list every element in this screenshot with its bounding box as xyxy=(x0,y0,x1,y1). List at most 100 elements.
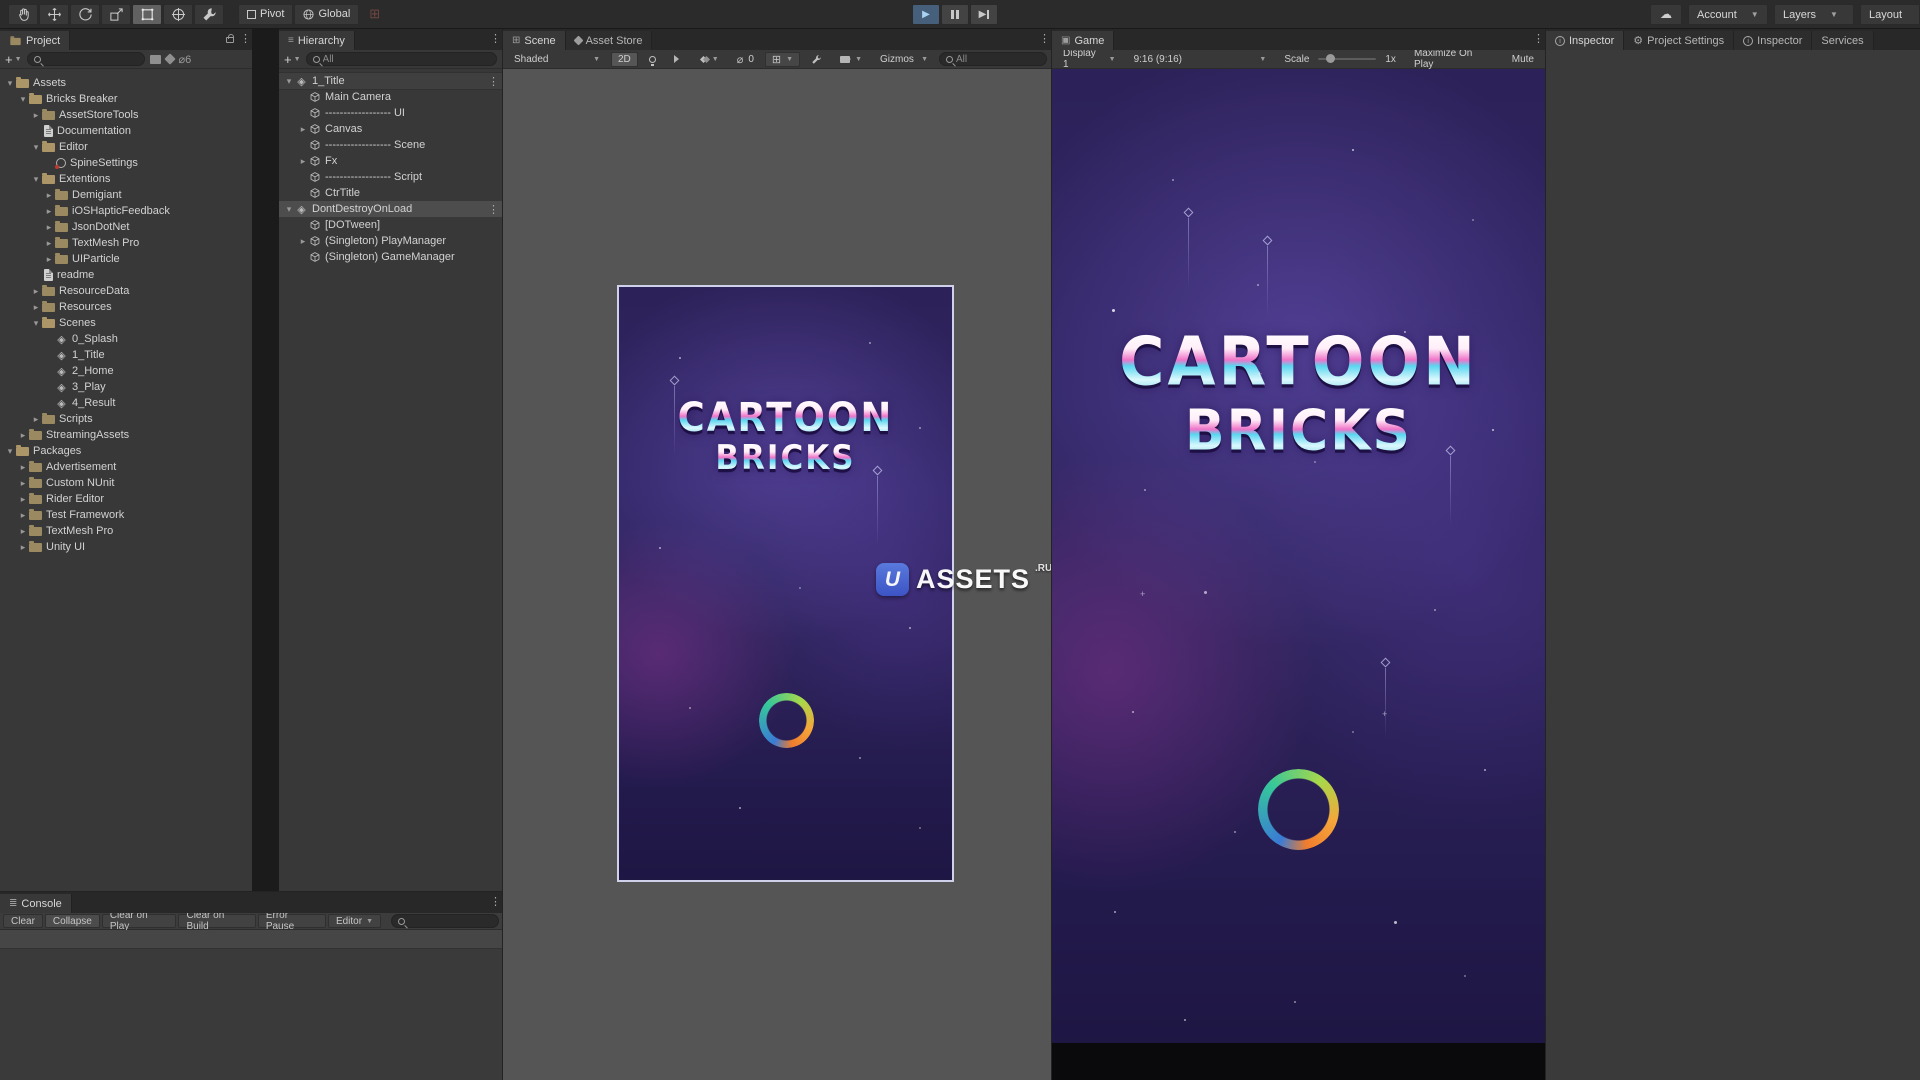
expand-arrow-icon[interactable]: ▸ xyxy=(43,238,55,249)
console-search-input[interactable] xyxy=(408,916,492,927)
project-tree-item[interactable]: ▸Unity UI xyxy=(0,539,252,555)
row-menu-icon[interactable]: ⋮ xyxy=(488,203,496,216)
tab-inspector[interactable]: iInspector xyxy=(1546,31,1624,50)
hierarchy-search-input[interactable] xyxy=(323,54,490,65)
expand-arrow-icon[interactable]: ▾ xyxy=(30,142,42,153)
project-tree-item[interactable]: ▸JsonDotNet xyxy=(0,219,252,235)
project-tree-item[interactable]: ▸Rider Editor xyxy=(0,491,252,507)
pivot-toggle[interactable]: Pivot xyxy=(238,4,293,25)
project-tree-item[interactable]: ▾Bricks Breaker xyxy=(0,91,252,107)
scene-search-input[interactable] xyxy=(956,54,1040,65)
project-tree-item[interactable]: ◈4_Result xyxy=(0,395,252,411)
project-tree-item[interactable]: Documentation xyxy=(0,123,252,139)
project-create-button[interactable]: +▼ xyxy=(5,54,22,65)
tab-inspector[interactable]: iInspector xyxy=(1734,31,1812,50)
scene-viewport[interactable]: CARTOON BRICKS U ASSETS .RU xyxy=(503,69,1051,1080)
lock-icon[interactable] xyxy=(226,37,234,43)
scene-tools-button[interactable] xyxy=(804,52,829,67)
tab-project[interactable]: Project xyxy=(0,31,70,50)
expand-arrow-icon[interactable]: ▾ xyxy=(283,76,295,87)
editor-button[interactable]: Editor▼ xyxy=(328,914,381,928)
panel-menu-icon[interactable]: ⋮ xyxy=(490,895,498,908)
project-tree-item[interactable]: ▸ResourceData xyxy=(0,283,252,299)
grid-snap-icon[interactable]: ⊞ xyxy=(369,6,380,22)
project-tree-item[interactable]: ▾Extentions xyxy=(0,171,252,187)
error-pause-button[interactable]: Error Pause xyxy=(258,914,326,928)
hierarchy-item[interactable]: ▸Canvas xyxy=(279,121,502,137)
project-tree-item[interactable]: ▸Scripts xyxy=(0,411,252,427)
expand-arrow-icon[interactable]: ▾ xyxy=(4,78,16,89)
expand-arrow-icon[interactable]: ▸ xyxy=(17,462,29,473)
scale-slider-knob[interactable] xyxy=(1326,54,1335,63)
grid-visibility-dropdown[interactable]: ⊞ ▼ xyxy=(765,52,800,67)
panel-menu-icon[interactable]: ⋮ xyxy=(1039,32,1047,45)
hierarchy-search[interactable] xyxy=(306,52,497,66)
project-tree-item[interactable]: ▸Custom NUnit xyxy=(0,475,252,491)
hidden-objects-toggle[interactable]: ⌀ 0 xyxy=(730,52,761,67)
expand-arrow-icon[interactable]: ▸ xyxy=(43,206,55,217)
expand-arrow-icon[interactable]: ▸ xyxy=(297,124,309,135)
project-tree-item[interactable]: ▾Packages xyxy=(0,443,252,459)
search-by-type-icon[interactable] xyxy=(150,55,161,64)
tab-console[interactable]: ≣ Console xyxy=(0,894,72,913)
expand-arrow-icon[interactable]: ▸ xyxy=(43,222,55,233)
project-tree-item[interactable]: ▸TextMesh Pro xyxy=(0,235,252,251)
expand-arrow-icon[interactable]: ▸ xyxy=(43,254,55,265)
play-button[interactable]: ▶ xyxy=(912,4,940,25)
clear-on-play-button[interactable]: Clear on Play xyxy=(102,914,177,928)
expand-arrow-icon[interactable]: ▾ xyxy=(30,318,42,329)
project-tree-item[interactable]: ▾Scenes xyxy=(0,315,252,331)
project-search-input[interactable] xyxy=(44,54,138,65)
hierarchy-item[interactable]: ▸(Singleton) PlayManager xyxy=(279,233,502,249)
expand-arrow-icon[interactable]: ▸ xyxy=(30,110,42,121)
project-tree-item[interactable]: ▸StreamingAssets xyxy=(0,427,252,443)
scene-lighting-toggle[interactable] xyxy=(642,52,663,67)
scene-effects-dropdown[interactable]: ▼ xyxy=(694,52,726,67)
cloud-button[interactable]: ☁ xyxy=(1650,4,1682,25)
hierarchy-item[interactable]: ▾◈DontDestroyOnLoad⋮ xyxy=(279,201,502,217)
hierarchy-item[interactable]: ▾◈1_Title⋮ xyxy=(279,73,502,89)
project-tree-item[interactable]: ▸Test Framework xyxy=(0,507,252,523)
console-search[interactable] xyxy=(391,914,499,928)
expand-arrow-icon[interactable]: ▸ xyxy=(17,542,29,553)
project-tree-item[interactable]: ▸iOSHapticFeedback xyxy=(0,203,252,219)
project-tree-item[interactable]: ▸Advertisement xyxy=(0,459,252,475)
expand-arrow-icon[interactable]: ▸ xyxy=(30,414,42,425)
project-tree-item[interactable]: ◈2_Home xyxy=(0,363,252,379)
clear-button[interactable]: Clear xyxy=(3,914,43,928)
account-dropdown[interactable]: Account ▼ xyxy=(1688,4,1768,25)
panel-menu-icon[interactable]: ⋮ xyxy=(240,32,248,45)
pause-button[interactable] xyxy=(941,4,969,25)
scale-slider[interactable] xyxy=(1318,58,1376,60)
expand-arrow-icon[interactable]: ▸ xyxy=(297,156,309,167)
move-tool-button[interactable] xyxy=(39,4,69,25)
global-toggle[interactable]: Global xyxy=(294,4,359,25)
transform-tool-button[interactable] xyxy=(163,4,193,25)
custom-tool-button[interactable] xyxy=(194,4,224,25)
expand-arrow-icon[interactable]: ▾ xyxy=(4,446,16,457)
expand-arrow-icon[interactable]: ▸ xyxy=(17,430,29,441)
clear-on-build-button[interactable]: Clear on Build xyxy=(178,914,255,928)
project-tree-item[interactable]: SpineSettings xyxy=(0,155,252,171)
hierarchy-item[interactable]: ▸Fx xyxy=(279,153,502,169)
mute-toggle[interactable]: Mute xyxy=(1505,52,1541,67)
maximize-on-play-toggle[interactable]: Maximize On Play xyxy=(1407,52,1501,67)
project-tree-item[interactable]: ▸AssetStoreTools xyxy=(0,107,252,123)
expand-arrow-icon[interactable]: ▸ xyxy=(297,236,309,247)
project-tree-item[interactable]: readme xyxy=(0,267,252,283)
panel-menu-icon[interactable]: ⋮ xyxy=(1533,32,1541,45)
hidden-count-toggle[interactable]: ⌀6 xyxy=(179,53,192,66)
panel-menu-icon[interactable]: ⋮ xyxy=(490,32,498,45)
search-by-label-icon[interactable] xyxy=(164,53,175,64)
project-tree-item[interactable]: ▾Editor xyxy=(0,139,252,155)
expand-arrow-icon[interactable]: ▸ xyxy=(43,190,55,201)
shading-dropdown[interactable]: Shaded ▼ xyxy=(507,52,607,67)
expand-arrow-icon[interactable]: ▸ xyxy=(17,478,29,489)
gizmos-dropdown[interactable]: Gizmos ▼ xyxy=(873,52,935,67)
row-menu-icon[interactable]: ⋮ xyxy=(488,75,496,88)
project-tree-item[interactable]: ▸Resources xyxy=(0,299,252,315)
hand-tool-button[interactable] xyxy=(8,4,38,25)
2d-toggle[interactable]: 2D xyxy=(611,52,638,67)
hierarchy-item[interactable]: [DOTween] xyxy=(279,217,502,233)
project-tree-item[interactable]: ▾Assets xyxy=(0,75,252,91)
